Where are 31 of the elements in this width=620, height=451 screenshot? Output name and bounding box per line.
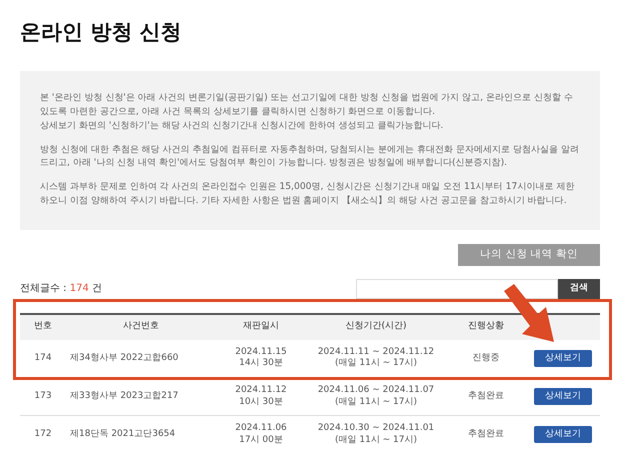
search-button[interactable]: 검색 [558,278,600,299]
detail-button[interactable]: 상세보기 [534,350,592,367]
total-count: 전체글수 : 174 건 [20,282,102,296]
table-cell: 2024.11.06 17시 00분 [216,416,306,451]
table-cell: 174 [20,340,66,378]
table-cell: 2024.11.12 10시 30분 [216,378,306,416]
detail-button[interactable]: 상세보기 [534,388,592,406]
table-cell: 추첨완료 [446,416,526,451]
notice-text: 본 '온라인 방청 신청'은 아래 사건의 변론기일(공판기일) 또는 선고기일에 대한 방청 신청을 법원에 가지 않고, 온라인으로 신청할 수 있도록 마련한 공간으로, 아래 사건 목록의 상세보기를 클릭하시면 신청하기 화면으로 이동합니다. [40,91,574,119]
page-title: 온라인 방청 신청 [19,19,183,46]
table-cell: 172 [20,416,66,451]
table-cell: 2024.11.15 14시 30분 [216,340,306,378]
column-header: 진행상황 [446,314,526,340]
table-cell: 2024.11.11 ~ 2024.11.12 (매일 11시 ~ 17시) [306,340,446,378]
table-cell: 진행중 [446,340,526,378]
table-cell: 제33형사부 2023고합217 [66,378,216,416]
notice-text: 상세보기 화면의 '신청하기'는 해당 사건의 신청기간내 신청시간에 한하여 생성되고 클릭가능합니다. [40,118,444,133]
column-header: 재판일시 [216,314,306,340]
table-cell: 추첨완료 [446,378,526,416]
column-header: 사건번호 [66,314,216,340]
search-field[interactable] [356,278,558,299]
column-header: 번호 [20,314,66,340]
notice-text: 방청 신청에 대한 추첨은 해당 사건의 추첨일에 컴퓨터로 자동추첨하며, 당첨되시는 분에게는 휴대전화 문자메세지로 당첨사실을 알려드리고, 아래 '나의 신청 내역 확인'에서도 당첨여부 확인이 가능합니다. 방청권은 방청일에 배부합니다(신분증지참). [40,142,580,170]
table-cell: 제34형사부 2022고합660 [66,340,216,378]
table-cell: 2024.11.06 ~ 2024.11.07 (매일 11시 ~ 17시) [306,378,446,416]
column-header: 신청기간(시간) [306,314,446,340]
table-cell: 제18단독 2021고단3654 [66,416,216,451]
notice-text: 시스템 과부하 문제로 인하여 각 사건의 온라인접수 인원은 15,000명, 신청시간은 신청기간내 매일 오전 11시부터 17시이내로 제한하오니 이점 양해하여 주시기 바랍니다. 기타 자세한 사항은 법원 홈페이지 【새소식】의 해당 사건 공고문을 참고하시기 바랍니다. [40,180,576,208]
detail-button[interactable]: 상세보기 [534,426,592,444]
table-cell: 173 [20,378,66,416]
table-cell: 2024.10.30 ~ 2024.11.01 (매일 11시 ~ 17시) [306,416,446,451]
